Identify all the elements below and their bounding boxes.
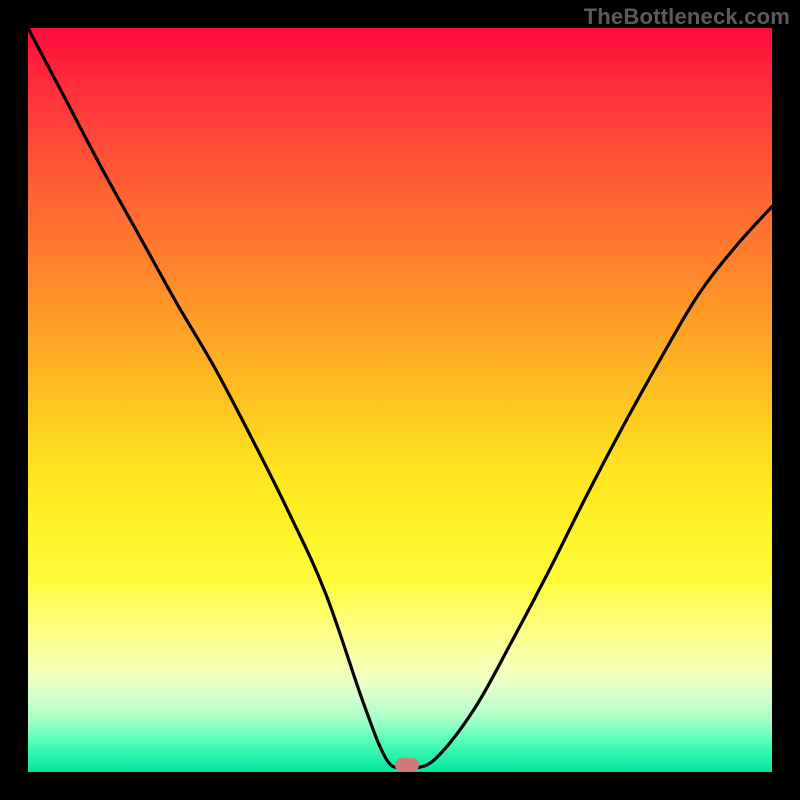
- optimal-point-marker: [395, 758, 419, 772]
- curve-svg: [28, 28, 772, 772]
- watermark-label: TheBottleneck.com: [584, 4, 790, 30]
- chart-canvas: TheBottleneck.com: [0, 0, 800, 800]
- bottleneck-curve: [28, 28, 772, 770]
- plot-area: [28, 28, 772, 772]
